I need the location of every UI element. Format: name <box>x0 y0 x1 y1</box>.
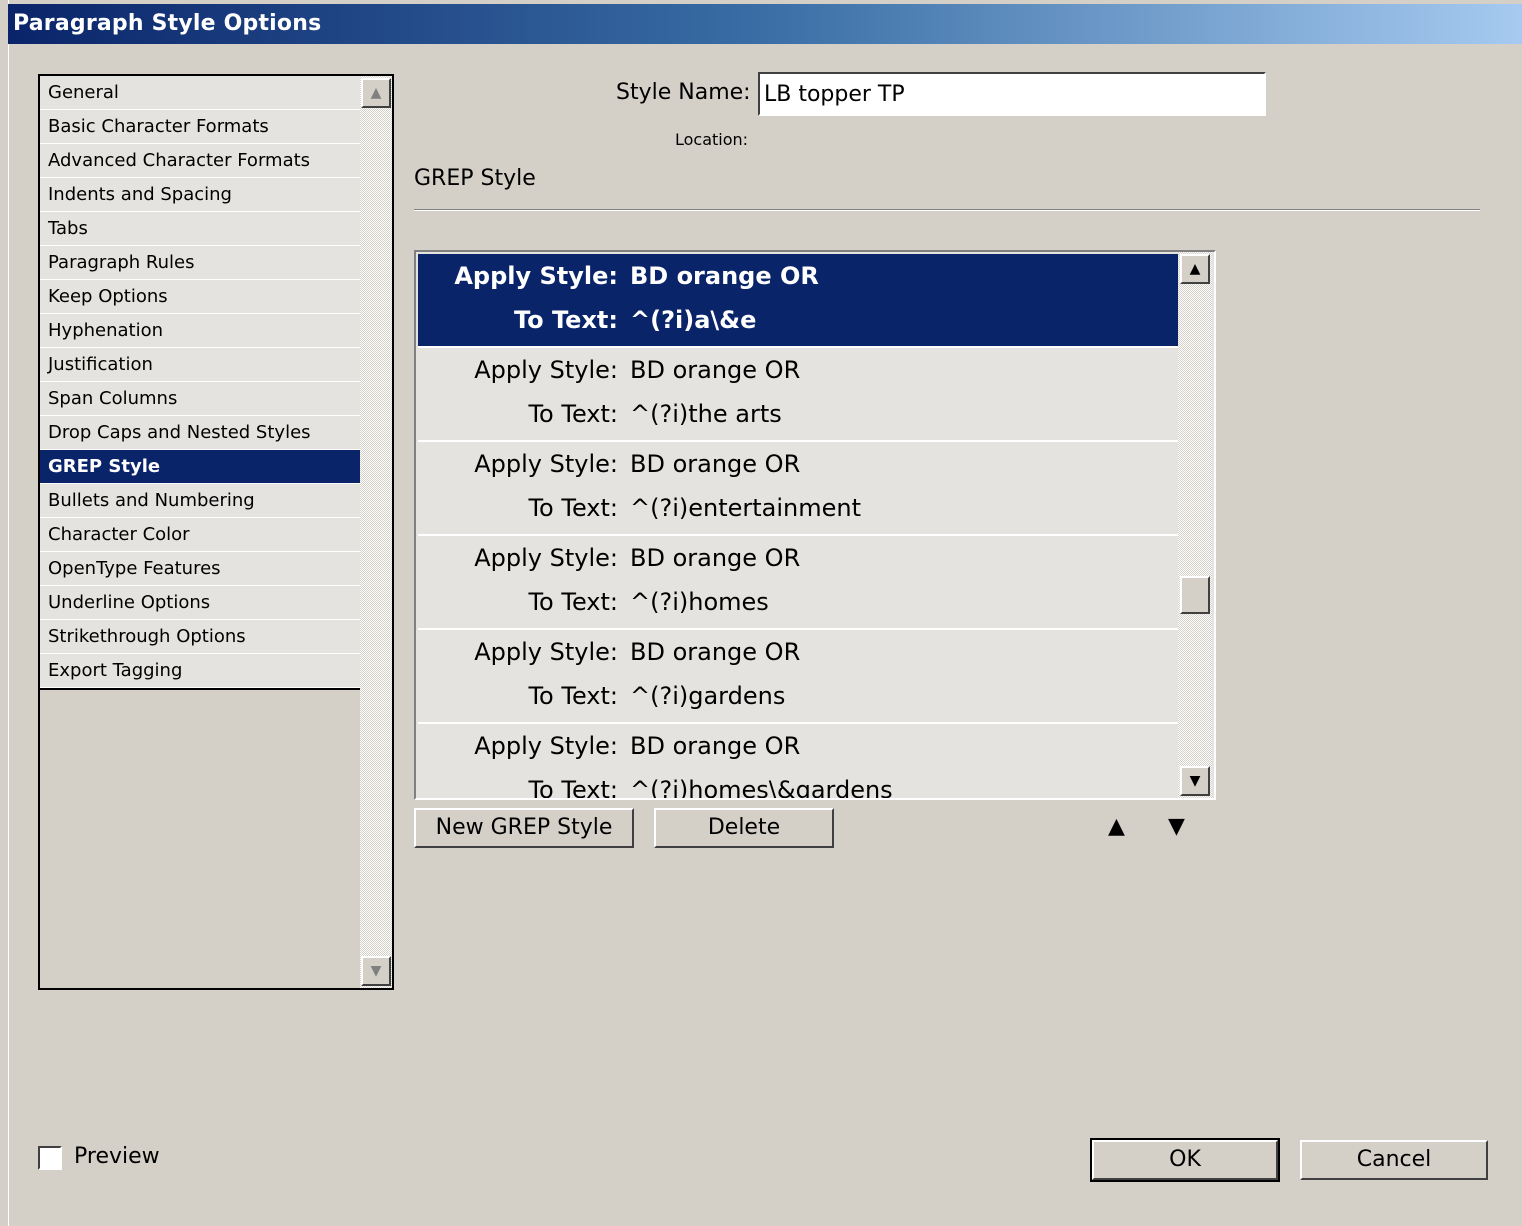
apply-style-label: Apply Style: <box>454 262 618 290</box>
ok-button[interactable]: OK <box>1090 1138 1280 1182</box>
grep-rule-text-row: To Text: ^(?i)a\&e <box>418 298 1178 342</box>
apply-style-value[interactable]: BD orange OR <box>630 254 819 298</box>
dialog-window: Paragraph Style Options General Basic Cha… <box>0 0 1522 1226</box>
to-text-value[interactable]: ^(?i)a\&e <box>630 298 756 342</box>
category-item[interactable]: Span Columns <box>40 382 360 416</box>
move-up-triangle-icon[interactable]: ▲ <box>1108 816 1125 838</box>
delete-button[interactable]: Delete <box>654 808 834 848</box>
grep-style-list[interactable]: Apply Style: BD orange OR To Text: ^(?i)a\&… <box>414 250 1216 800</box>
grep-list-scrollbar[interactable]: ▲ ▼ <box>1178 252 1212 798</box>
to-text-label: To Text: <box>513 306 618 334</box>
grep-rule-text-row: To Text: ^(?i)the arts <box>418 392 1178 436</box>
category-item[interactable]: Bullets and Numbering <box>40 484 360 518</box>
category-scrollbar[interactable]: ▲ ▼ <box>360 76 392 988</box>
category-item[interactable]: Paragraph Rules <box>40 246 360 280</box>
grep-rule-item[interactable]: Apply Style: BD orange OR To Text: ^(?i)hom… <box>418 724 1178 800</box>
title-bar[interactable]: Paragraph Style Options <box>8 4 1522 44</box>
to-text-value[interactable]: ^(?i)entertainment <box>630 486 861 530</box>
grep-rule-apply-row: Apply Style: BD orange OR <box>418 536 1178 580</box>
grep-rule-apply-row: Apply Style: BD orange OR <box>418 348 1178 392</box>
grep-rule-item[interactable]: Apply Style: BD orange OR To Text: ^(?i)the… <box>418 348 1178 442</box>
apply-style-label: Apply Style: <box>474 450 618 478</box>
category-item[interactable]: Underline Options <box>40 586 360 620</box>
grep-rule-item[interactable]: Apply Style: BD orange OR To Text: ^(?i)gar… <box>418 630 1178 724</box>
window-edge <box>0 0 9 1226</box>
apply-style-value[interactable]: BD orange OR <box>630 630 800 674</box>
apply-style-value[interactable]: BD orange OR <box>630 442 800 486</box>
category-list[interactable]: General Basic Character Formats Advanced C… <box>38 74 394 990</box>
scroll-down-arrow-icon[interactable]: ▼ <box>361 956 391 986</box>
grep-rule-apply-row: Apply Style: BD orange OR <box>418 724 1178 768</box>
category-item[interactable]: Export Tagging <box>40 654 360 688</box>
to-text-value[interactable]: ^(?i)the arts <box>630 392 782 436</box>
cancel-button[interactable]: Cancel <box>1300 1140 1488 1180</box>
category-item[interactable]: Strikethrough Options <box>40 620 360 654</box>
new-grep-style-button[interactable]: New GREP Style <box>414 808 634 848</box>
apply-style-label: Apply Style: <box>474 732 618 760</box>
apply-style-label: Apply Style: <box>474 638 618 666</box>
category-item[interactable]: Basic Character Formats <box>40 110 360 144</box>
move-down-triangle-icon[interactable]: ▼ <box>1168 816 1185 838</box>
preview-checkbox[interactable] <box>38 1146 62 1170</box>
section-divider <box>414 209 1480 211</box>
apply-style-value[interactable]: BD orange OR <box>630 724 800 768</box>
grep-rule-text-row: To Text: ^(?i)homes <box>418 580 1178 624</box>
apply-style-value[interactable]: BD orange OR <box>630 348 800 392</box>
category-item[interactable]: Hyphenation <box>40 314 360 348</box>
grep-rule-apply-row: Apply Style: BD orange OR <box>418 254 1178 298</box>
category-item[interactable]: Character Color <box>40 518 360 552</box>
grep-rule-text-row: To Text: ^(?i)gardens <box>418 674 1178 718</box>
grep-rule-item[interactable]: Apply Style: BD orange OR To Text: ^(?i)hom… <box>418 536 1178 630</box>
scroll-up-arrow-icon[interactable]: ▲ <box>1180 254 1210 284</box>
category-items: General Basic Character Formats Advanced C… <box>40 76 360 688</box>
to-text-value[interactable]: ^(?i)homes <box>630 580 769 624</box>
category-item[interactable]: Advanced Character Formats <box>40 144 360 178</box>
scroll-up-arrow-icon[interactable]: ▲ <box>361 78 391 108</box>
category-item[interactable]: General <box>40 76 360 110</box>
preview-label[interactable]: Preview <box>74 1144 160 1169</box>
apply-style-value[interactable]: BD orange OR <box>630 536 800 580</box>
grep-rule-item[interactable]: Apply Style: BD orange OR To Text: ^(?i)a\&… <box>418 254 1178 348</box>
category-item[interactable]: OpenType Features <box>40 552 360 586</box>
category-item[interactable]: Keep Options <box>40 280 360 314</box>
scroll-thumb[interactable] <box>1180 576 1210 614</box>
to-text-label: To Text: <box>528 494 618 522</box>
section-title: GREP Style <box>414 166 536 191</box>
grep-rule-text-row: To Text: ^(?i)entertainment <box>418 486 1178 530</box>
to-text-value[interactable]: ^(?i)gardens <box>630 674 785 718</box>
category-item[interactable]: Indents and Spacing <box>40 178 360 212</box>
style-name-label: Style Name: <box>616 80 751 105</box>
to-text-label: To Text: <box>528 776 618 800</box>
window-title: Paragraph Style Options <box>13 11 322 36</box>
to-text-label: To Text: <box>528 682 618 710</box>
location-label: Location: <box>675 130 749 149</box>
grep-rule-apply-row: Apply Style: BD orange OR <box>418 630 1178 674</box>
grep-rule-item[interactable]: Apply Style: BD orange OR To Text: ^(?i)ent… <box>418 442 1178 536</box>
category-item[interactable]: Justification <box>40 348 360 382</box>
grep-rule-items: Apply Style: BD orange OR To Text: ^(?i)a\&… <box>418 254 1178 800</box>
to-text-label: To Text: <box>528 588 618 616</box>
apply-style-label: Apply Style: <box>474 356 618 384</box>
category-item[interactable]: Tabs <box>40 212 360 246</box>
category-list-empty-area <box>40 688 360 988</box>
grep-rule-text-row: To Text: ^(?i)homes\&gardens <box>418 768 1178 800</box>
to-text-value[interactable]: ^(?i)homes\&gardens <box>630 768 893 798</box>
category-item[interactable]: GREP Style <box>40 450 360 484</box>
scroll-down-arrow-icon[interactable]: ▼ <box>1180 766 1210 796</box>
to-text-label: To Text: <box>528 400 618 428</box>
grep-rule-apply-row: Apply Style: BD orange OR <box>418 442 1178 486</box>
category-item[interactable]: Drop Caps and Nested Styles <box>40 416 360 450</box>
apply-style-label: Apply Style: <box>474 544 618 572</box>
style-name-input[interactable] <box>758 72 1266 116</box>
